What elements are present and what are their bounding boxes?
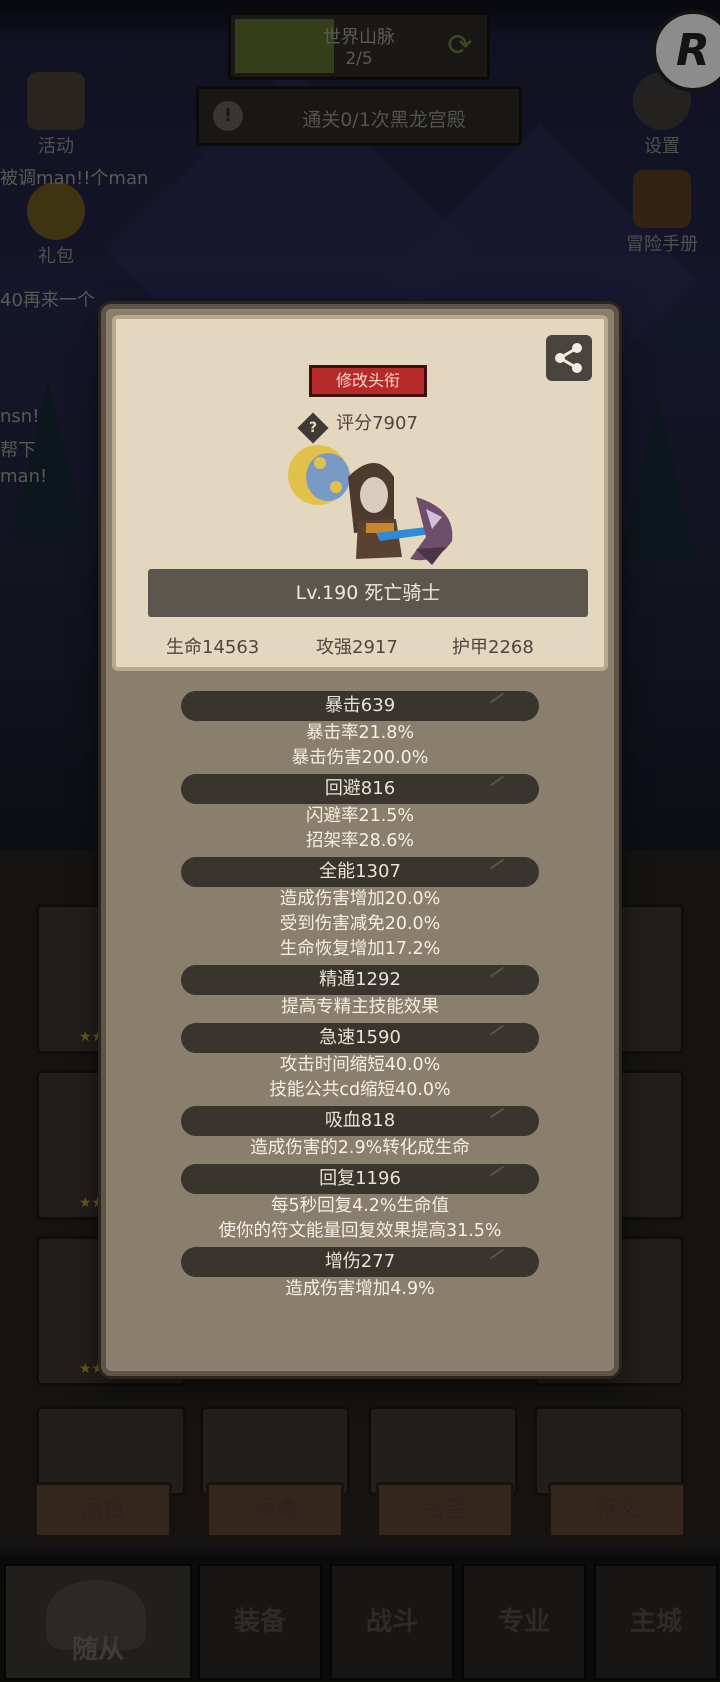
attribute-detail: 招架率28.6% xyxy=(305,831,415,851)
hp-stat: 生命14563 xyxy=(166,637,260,658)
attribute-detail: 闪避率21.5% xyxy=(305,806,415,826)
score-value: 评分7907 xyxy=(336,413,418,434)
attribute-detail: 每5秒回复4.2%生命值 xyxy=(270,1196,450,1216)
attribute-detail: 攻击时间缩短40.0% xyxy=(279,1055,441,1075)
attribute-detail: 暴击伤害200.0% xyxy=(291,748,429,768)
attribute-header-regen: 回复1196 xyxy=(181,1164,539,1194)
attribute-detail: 造成伤害增加4.9% xyxy=(285,1279,435,1299)
share-icon xyxy=(555,343,582,373)
attribute-header-lifesteal: 吸血818 xyxy=(181,1106,539,1136)
death-knight-portrait xyxy=(288,445,453,565)
attribute-header-haste: 急速1590 xyxy=(181,1023,539,1053)
attribute-list: 暴击639 暴击率21.8% 暴击伤害200.0% 回避816 闪避率21.5%… xyxy=(106,691,614,1302)
attribute-header-damage-bonus: 增伤277 xyxy=(181,1247,539,1277)
hero-name-bar: Lv.190 死亡骑士 xyxy=(148,569,588,617)
attribute-header-versatility: 全能1307 xyxy=(181,857,539,887)
attribute-detail: 造成伤害的2.9%转化成生命 xyxy=(250,1138,470,1158)
attribute-detail: 造成伤害增加20.0% xyxy=(279,889,441,909)
attribute-detail: 暴击率21.8% xyxy=(305,723,415,743)
attribute-detail: 技能公共cd缩短40.0% xyxy=(269,1080,451,1100)
attribute-detail: 使你的符文能量回复效果提高31.5% xyxy=(218,1221,502,1241)
attribute-detail: 生命恢复增加17.2% xyxy=(279,939,441,959)
share-button[interactable] xyxy=(546,335,592,381)
hero-card: 修改头衔 ? 评分7907 Lv.190 死亡骑士 生命14563 攻强2917… xyxy=(112,315,608,671)
hero-detail-modal: 修改头衔 ? 评分7907 Lv.190 死亡骑士 生命14563 攻强2917… xyxy=(101,304,619,1376)
attribute-detail: 提高专精主技能效果 xyxy=(281,997,439,1017)
edit-title-button[interactable]: 修改头衔 xyxy=(309,365,427,397)
attribute-header-mastery: 精通1292 xyxy=(181,965,539,995)
attribute-header-crit: 暴击639 xyxy=(181,691,539,721)
attribute-header-avoidance: 回避816 xyxy=(181,774,539,804)
armor-stat: 护甲2268 xyxy=(452,637,534,658)
attack-stat: 攻强2917 xyxy=(316,637,398,658)
attribute-detail: 受到伤害减免20.0% xyxy=(279,914,441,934)
score-row: ? 评分7907 xyxy=(116,409,604,444)
